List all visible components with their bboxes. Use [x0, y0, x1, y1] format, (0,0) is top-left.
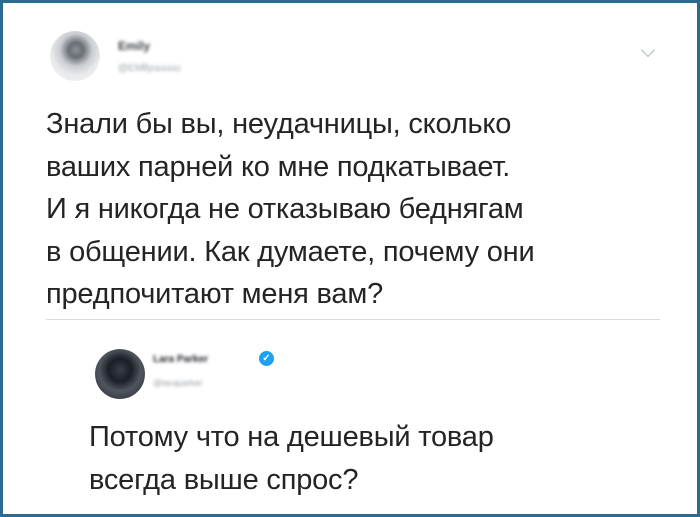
reply-tweet-text: Потому что на дешевый товар всегда выше … [89, 421, 494, 496]
original-author-name[interactable]: Emily [118, 39, 150, 53]
chevron-down-icon[interactable] [640, 42, 656, 58]
original-author-handle[interactable]: @EMllyuuuuu [118, 63, 180, 74]
reply-author-avatar[interactable] [95, 349, 145, 399]
reply-author-handle[interactable]: @laraparker [153, 378, 203, 388]
original-author-avatar[interactable] [50, 31, 100, 81]
divider [46, 319, 660, 320]
screenshot-frame: Emily @EMllyuuuuu Знали бы вы, неудачниц… [0, 0, 700, 517]
reply-author-name[interactable]: Lara Parker [153, 354, 208, 365]
original-tweet-text: Знали бы вы, неудачницы, сколько ваших п… [46, 108, 535, 310]
verified-badge-icon: ✓ [259, 351, 274, 366]
